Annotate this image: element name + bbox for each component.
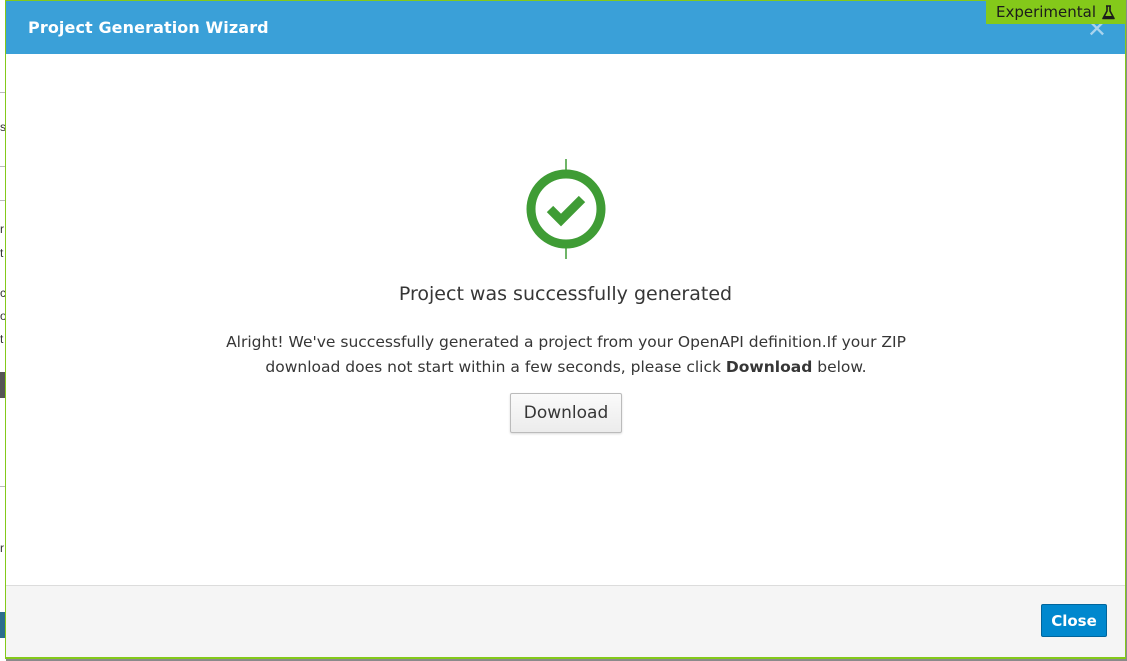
download-button[interactable]: Download (510, 393, 622, 433)
modal-body: Project was successfully generated Alrig… (6, 54, 1125, 585)
message-download-emphasis: Download (725, 358, 813, 376)
modal-title: Project Generation Wizard (28, 18, 269, 37)
modal-header: Project Generation Wizard ✕ (6, 1, 1125, 54)
success-message: Alright! We've successfully generated a … (226, 330, 906, 380)
experimental-badge: Experimental (985, 1, 1125, 24)
experimental-label: Experimental (995, 3, 1096, 21)
flask-icon (1102, 5, 1115, 20)
project-generation-modal: Project Generation Wizard ✕ Experimental… (5, 0, 1126, 659)
message-text-end: below. (812, 358, 867, 376)
check-circle-icon (524, 159, 608, 259)
close-button[interactable]: Close (1041, 604, 1107, 637)
modal-footer: Close (6, 585, 1125, 657)
success-heading: Project was successfully generated (398, 283, 733, 305)
